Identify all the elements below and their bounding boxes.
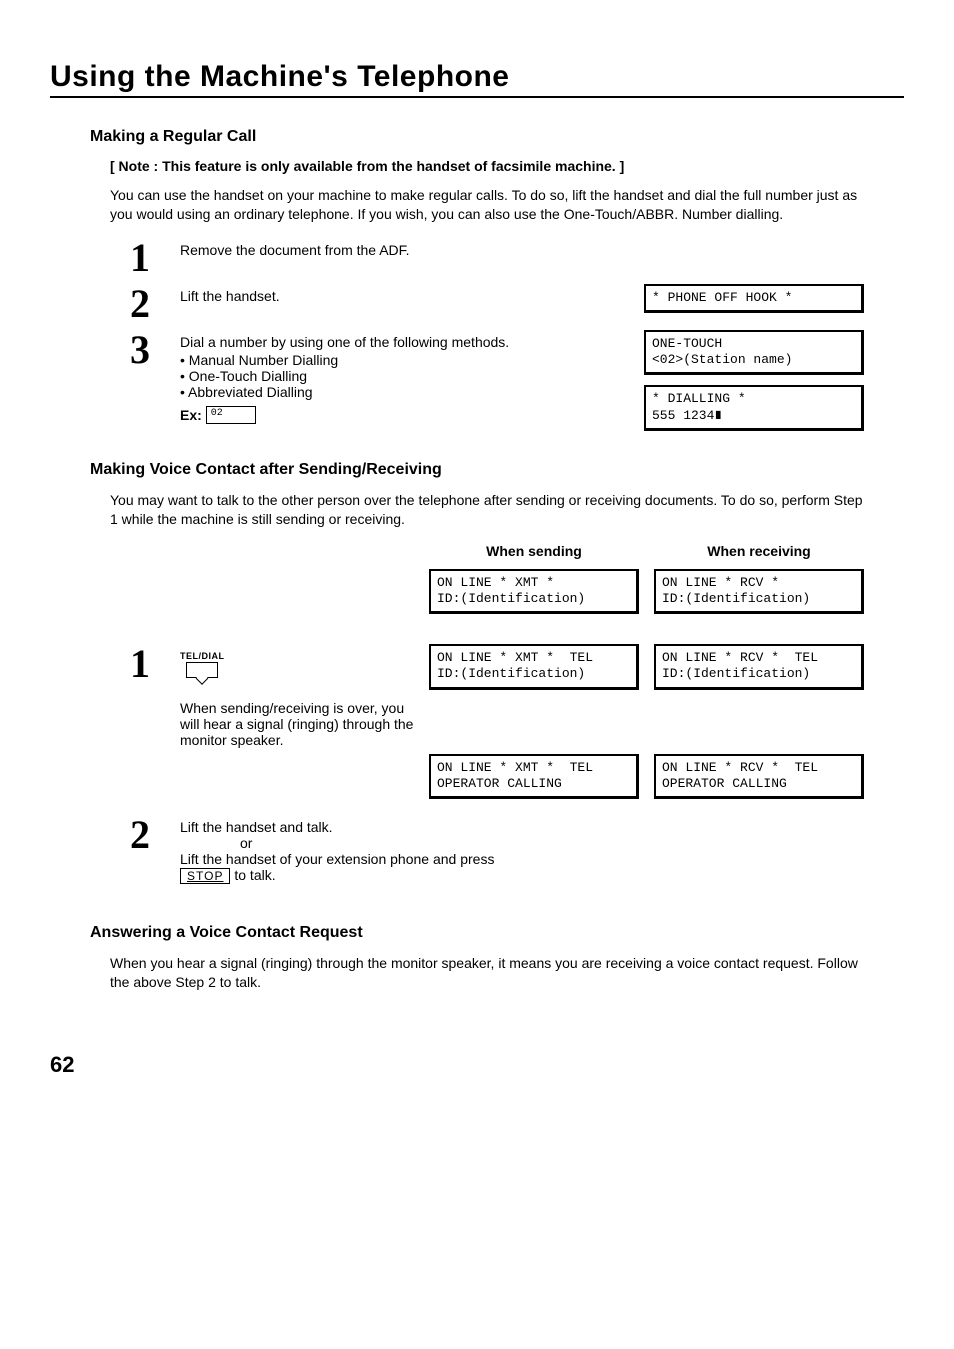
step-number: 3 [130,330,180,370]
step1-note: When sending/receiving is over, you will… [130,700,414,748]
tel-dial-key-icon: TEL/DIAL [180,651,225,678]
step2-or: or [180,835,624,851]
list-item: One-Touch Dialling [180,368,624,384]
step2-line2a: Lift the handset of your extension phone… [180,851,494,867]
step1-note-row: When sending/receiving is over, you will… [130,700,864,748]
step-row: 2 Lift the handset and talk. or Lift the… [130,815,864,884]
section1-intro: You can use the handset on your machine … [110,186,864,224]
step-number: 2 [130,815,180,855]
step-row: 1 TEL/DIAL ON LINE * XMT * TEL ID:(Ident… [130,644,864,700]
example-label: Ex: [180,407,202,423]
section-answering-heading: Answering a Voice Contact Request [90,924,904,942]
step-row: 1 Remove the document from the ADF. [130,238,864,278]
step-row: 2 Lift the handset. * PHONE OFF HOOK * [130,284,864,324]
lcd-display: ONE-TOUCH <02>(Station name) [644,330,864,376]
step-number: 1 [130,238,180,278]
page-number: 62 [50,1052,904,1078]
section-voice-contact-heading: Making Voice Contact after Sending/Recei… [90,461,904,479]
page-title: Using the Machine's Telephone [50,60,904,98]
lcd-display: ON LINE * XMT * ID:(Identification) [429,569,639,615]
section2-intro: You may want to talk to the other person… [110,491,864,529]
stop-key: STOP [180,868,230,884]
section-making-call-heading: Making a Regular Call [90,128,904,146]
list-item: Manual Number Dialling [180,352,624,368]
lcd-display: ON LINE * RCV * TEL OPERATOR CALLING [654,754,864,800]
dial-method-list: Manual Number Dialling One-Touch Diallin… [180,352,624,400]
lcd-display: * DIALLING * 555 1234∎ [644,385,864,431]
when-receiving-header: When receiving [654,543,864,559]
lcd-display: ON LINE * XMT * TEL OPERATOR CALLING [429,754,639,800]
step-number: 1 [130,644,180,684]
list-item: Abbreviated Dialling [180,384,624,400]
example-key: 02 [206,406,256,424]
lcd-row: ON LINE * XMT * ID:(Identification) ON L… [130,569,864,625]
step2-line2b: to talk. [230,867,275,883]
section3-body: When you hear a signal (ringing) through… [110,954,864,992]
lcd-display: ON LINE * XMT * TEL ID:(Identification) [429,644,639,690]
lcd-row: ON LINE * XMT * TEL OPERATOR CALLING ON … [130,754,864,810]
lcd-display: ON LINE * RCV * ID:(Identification) [654,569,864,615]
when-sending-header: When sending [429,543,639,559]
step-text: Remove the document from the ADF. [180,238,624,258]
step2-line1: Lift the handset and talk. [180,819,624,835]
lcd-display: ON LINE * RCV * TEL ID:(Identification) [654,644,864,690]
step-row: 3 Dial a number by using one of the foll… [130,330,864,441]
section1-note: [ Note : This feature is only available … [110,158,904,174]
column-headers: When sending When receiving [130,543,864,569]
tel-dial-label: TEL/DIAL [180,651,225,661]
step-text: Lift the handset. [180,284,624,304]
step-text: Dial a number by using one of the follow… [180,334,624,350]
lcd-display: * PHONE OFF HOOK * [644,284,864,313]
step-number: 2 [130,284,180,324]
